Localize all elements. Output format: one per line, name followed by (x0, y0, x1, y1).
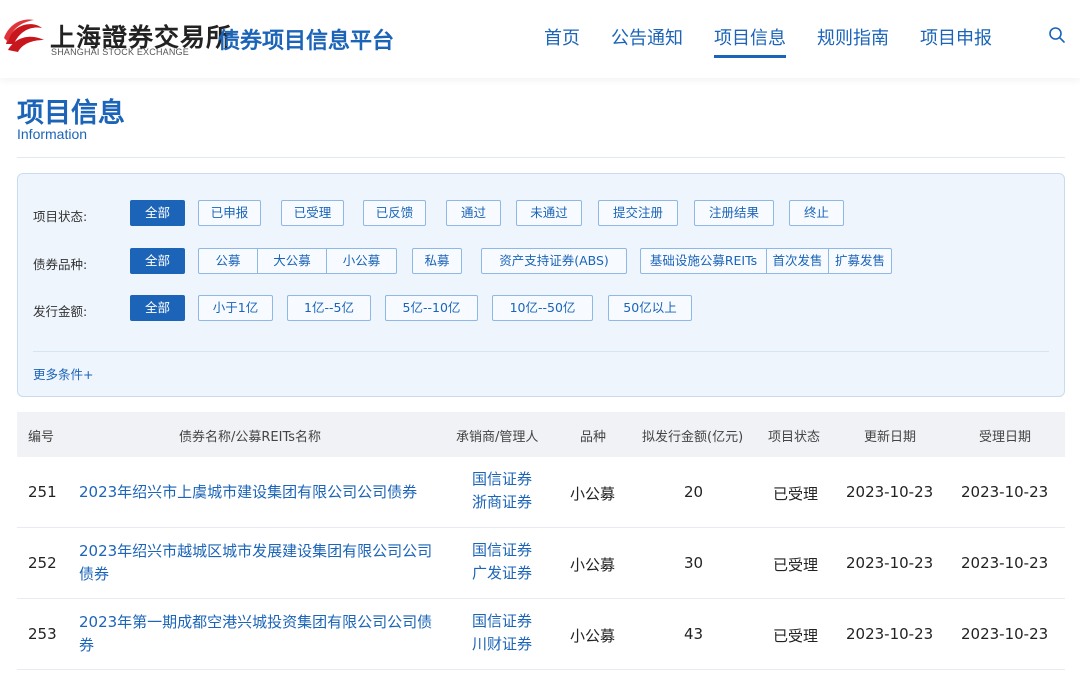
underwriter-link[interactable]: 国信证券 (469, 468, 535, 491)
status-option-submitted[interactable]: 已申报 (198, 200, 261, 226)
type-option-all[interactable]: 全部 (130, 248, 185, 274)
column-header-id: 编号 (28, 430, 55, 445)
sse-logo-icon[interactable] (2, 14, 46, 58)
nav-announcements[interactable]: 公告通知 (611, 24, 683, 50)
row-amount: 30 (684, 554, 704, 572)
type-option-large-public[interactable]: 大公募 (257, 248, 327, 274)
row-status: 已受理 (773, 556, 819, 574)
row-amount: 43 (684, 625, 704, 643)
column-header-underwriter: 承销商/管理人 (456, 430, 539, 445)
amount-option-over-50[interactable]: 50亿以上 (608, 295, 692, 321)
column-header-updated: 更新日期 (864, 430, 917, 445)
filter-status-label: 项目状态: (33, 209, 88, 224)
nav-rules-guide[interactable]: 规则指南 (817, 24, 889, 50)
nav-project-apply[interactable]: 项目申报 (920, 24, 992, 50)
status-option-accepted[interactable]: 已受理 (281, 200, 344, 226)
nav-project-info[interactable]: 项目信息 (714, 24, 786, 58)
underwriter-link[interactable]: 国信证券 (469, 539, 535, 562)
underwriter-list: 国信证券 浙商证券 (469, 468, 535, 514)
row-id: 252 (28, 554, 57, 572)
row-type: 小公募 (570, 627, 616, 645)
status-option-terminated[interactable]: 终止 (789, 200, 844, 226)
status-option-feedback[interactable]: 已反馈 (363, 200, 426, 226)
type-option-private[interactable]: 私募 (412, 248, 462, 274)
amount-option-10-50[interactable]: 10亿--50亿 (492, 295, 593, 321)
site-header: 上海證券交易所 SHANGHAI STOCK EXCHANGE 债券项目信息平台… (0, 0, 1080, 78)
column-header-amount: 拟发行金额(亿元) (642, 430, 744, 445)
type-option-initial-offering[interactable]: 首次发售 (766, 248, 829, 274)
nav-home[interactable]: 首页 (544, 24, 580, 50)
status-option-registration-result[interactable]: 注册结果 (694, 200, 774, 226)
column-header-status: 项目状态 (768, 430, 821, 445)
bond-name-link[interactable]: 2023年绍兴市上虞城市建设集团有限公司公司债券 (79, 481, 439, 504)
page-subtitle: Information (17, 126, 88, 142)
status-option-passed[interactable]: 通过 (446, 200, 501, 226)
row-id: 251 (28, 483, 57, 501)
row-updated-date: 2023-10-23 (846, 554, 934, 572)
table-row[interactable]: 252 2023年绍兴市越城区城市发展建设集团有限公司公司债券 国信证券 广发证… (17, 528, 1065, 599)
filter-divider (33, 351, 1049, 352)
type-option-reits[interactable]: 基础设施公募REITs (640, 248, 767, 274)
amount-option-1-5[interactable]: 1亿--5亿 (287, 295, 371, 321)
amount-option-all[interactable]: 全部 (130, 295, 185, 321)
row-accepted-date: 2023-10-23 (961, 554, 1049, 572)
page-title: 项目信息 (17, 98, 125, 129)
row-type: 小公募 (570, 485, 616, 503)
more-conditions-link[interactable]: 更多条件+ (33, 364, 93, 383)
row-amount: 20 (684, 483, 704, 501)
row-updated-date: 2023-10-23 (846, 625, 934, 643)
underwriter-link[interactable]: 川财证券 (469, 633, 535, 656)
table-row[interactable]: 253 2023年第一期成都空港兴城投资集团有限公司公司债券 国信证券 川财证券… (17, 599, 1065, 670)
row-id: 253 (28, 625, 57, 643)
platform-title[interactable]: 债券项目信息平台 (218, 23, 394, 55)
row-accepted-date: 2023-10-23 (961, 483, 1049, 501)
filter-type-label: 债券品种: (33, 257, 88, 272)
status-option-not-passed[interactable]: 未通过 (516, 200, 582, 226)
bond-name-link[interactable]: 2023年第一期成都空港兴城投资集团有限公司公司债券 (79, 611, 439, 657)
filter-panel: 项目状态: 全部 已申报 已受理 已反馈 通过 未通过 提交注册 注册结果 终止… (17, 173, 1065, 397)
column-header-type: 品种 (580, 430, 607, 445)
underwriter-link[interactable]: 广发证券 (469, 562, 535, 585)
status-option-all[interactable]: 全部 (130, 200, 185, 226)
type-option-public[interactable]: 公募 (198, 248, 258, 274)
row-type: 小公募 (570, 556, 616, 574)
underwriter-link[interactable]: 浙商证券 (469, 491, 535, 514)
amount-option-5-10[interactable]: 5亿--10亿 (385, 295, 478, 321)
column-header-accepted: 受理日期 (979, 430, 1032, 445)
type-option-expansion-offering[interactable]: 扩募发售 (828, 248, 892, 274)
bond-name-link[interactable]: 2023年绍兴市越城区城市发展建设集团有限公司公司债券 (79, 540, 439, 586)
title-divider (17, 157, 1065, 158)
amount-option-under-1[interactable]: 小于1亿 (198, 295, 273, 321)
filter-amount-label: 发行金额: (33, 304, 88, 319)
table-header: 编号 债券名称/公募REITs名称 承销商/管理人 品种 拟发行金额(亿元) 项… (17, 412, 1065, 457)
row-accepted-date: 2023-10-23 (961, 625, 1049, 643)
row-status: 已受理 (773, 485, 819, 503)
row-status: 已受理 (773, 627, 819, 645)
status-option-registration-submitted[interactable]: 提交注册 (598, 200, 678, 226)
search-icon[interactable] (1048, 26, 1066, 44)
column-header-name: 债券名称/公募REITs名称 (179, 430, 322, 445)
table-row[interactable]: 251 2023年绍兴市上虞城市建设集团有限公司公司债券 国信证券 浙商证券 小… (17, 457, 1065, 528)
underwriter-list: 国信证券 广发证券 (469, 539, 535, 585)
logo-english-name: SHANGHAI STOCK EXCHANGE (51, 47, 189, 57)
underwriter-list: 国信证券 川财证券 (469, 610, 535, 656)
underwriter-link[interactable]: 国信证券 (469, 610, 535, 633)
row-updated-date: 2023-10-23 (846, 483, 934, 501)
type-option-abs[interactable]: 资产支持证券(ABS) (481, 248, 627, 274)
type-option-small-public[interactable]: 小公募 (326, 248, 397, 274)
